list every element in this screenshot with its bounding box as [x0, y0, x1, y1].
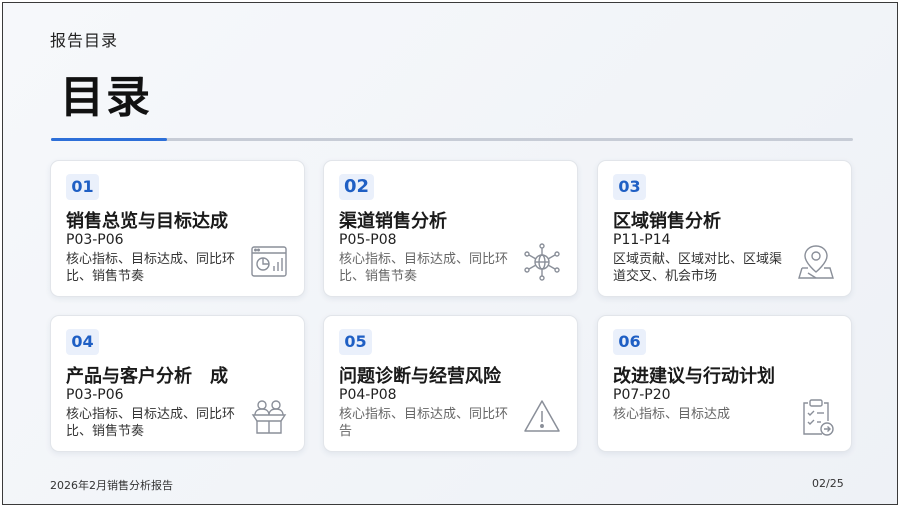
card-page-range: P07-P20: [613, 387, 671, 403]
divider-line: [51, 138, 853, 141]
card-description: 核心指标、目标达成、同比环比、销售节奏: [66, 252, 236, 284]
card-page-range: P11-P14: [613, 232, 671, 248]
card-number: 02: [339, 174, 375, 200]
card-title: 渠道销售分析: [339, 211, 447, 232]
card-description: 核心指标、目标达成、同比环比、销售节奏: [66, 407, 236, 439]
card-number: 01: [66, 174, 99, 200]
map-pin-icon: [796, 242, 836, 282]
card-title: 区域销售分析: [613, 211, 721, 232]
card-title: 问题诊断与经营风险: [339, 366, 501, 387]
card-page-range: P04-P08: [339, 387, 397, 403]
card-page-range: P03-P06: [66, 387, 124, 403]
people-box-icon: [249, 397, 289, 437]
page-title: 目录: [60, 72, 152, 123]
card-description: 核心指标、目标达成、同比环告: [339, 407, 509, 439]
card-title: 销售总览与目标达成: [66, 211, 228, 232]
divider-accent: [51, 138, 167, 141]
toc-card-02[interactable]: 02 渠道销售分析 P05-P08 核心指标、目标达成、同比环比、销售节奏: [323, 160, 578, 297]
card-description: 核心指标、目标达成: [613, 407, 731, 422]
dashboard-chart-icon: [249, 242, 289, 282]
card-number: 04: [66, 329, 99, 355]
section-label: 报告目录: [50, 31, 119, 50]
card-page-range: P05-P08: [339, 232, 397, 248]
toc-card-03[interactable]: 03 区域销售分析 P11-P14 区域贡献、区域对比、区域渠道交叉、机会市场: [597, 160, 852, 297]
toc-card-05[interactable]: 05 问题诊断与经营风险 P04-P08 核心指标、目标达成、同比环告: [323, 315, 578, 452]
toc-card-06[interactable]: 06 改进建议与行动计划 P07-P20 核心指标、目标达成: [597, 315, 852, 452]
card-title: 产品与客户分析 成: [66, 366, 228, 387]
card-title: 改进建议与行动计划: [613, 366, 775, 387]
footer-page-number: 02/25: [812, 477, 844, 490]
footer-report-name: 2026年2月销售分析报告: [50, 479, 173, 492]
toc-card-04[interactable]: 04 产品与客户分析 成 P03-P06 核心指标、目标达成、同比环比、销售节奏: [50, 315, 305, 452]
card-page-range: P03-P06: [66, 232, 124, 248]
clipboard-check-icon: [796, 397, 836, 437]
toc-card-01[interactable]: 01 销售总览与目标达成 P03-P06 核心指标、目标达成、同比环比、销售节奏: [50, 160, 305, 297]
warning-icon: [522, 397, 562, 437]
slide: 报告目录 目录 01 销售总览与目标达成 P03-P06 核心指标、目标达成、同…: [2, 2, 898, 505]
card-number: 03: [613, 174, 646, 200]
globe-network-icon: [522, 242, 562, 282]
card-description: 区域贡献、区域对比、区域渠道交叉、机会市场: [613, 252, 783, 284]
card-number: 05: [339, 329, 372, 355]
card-number: 06: [613, 329, 646, 355]
card-description: 核心指标、目标达成、同比环比、销售节奏: [339, 252, 509, 284]
